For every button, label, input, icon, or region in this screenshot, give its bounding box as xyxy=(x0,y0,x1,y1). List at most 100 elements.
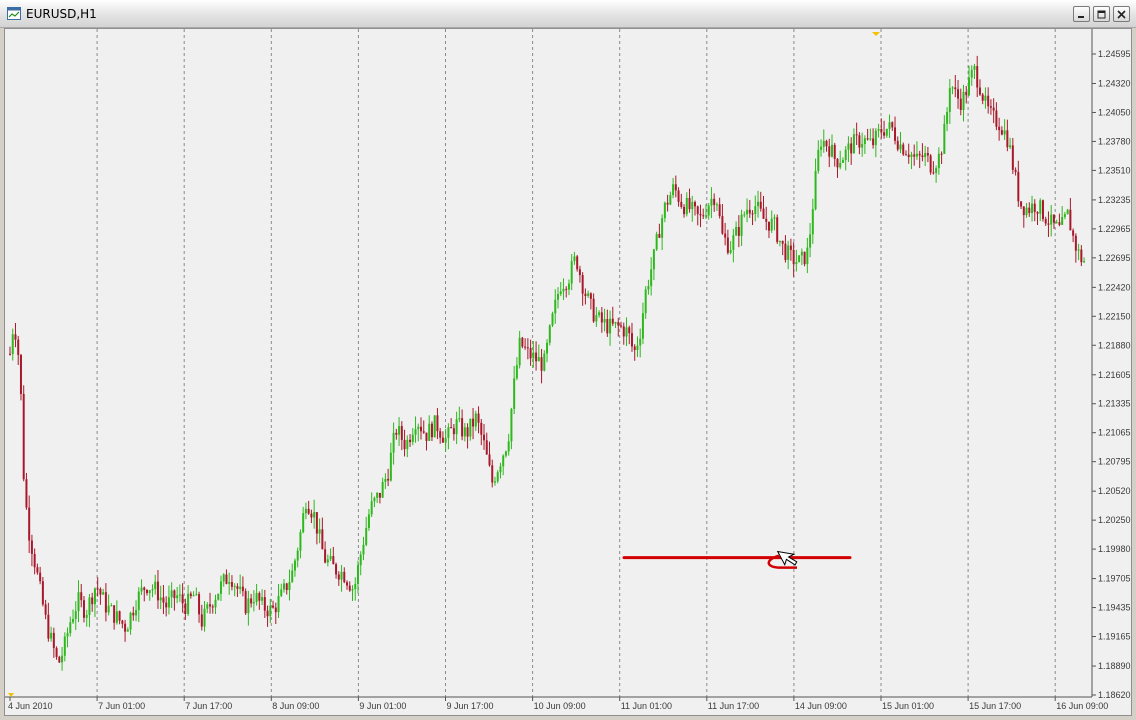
bear-candle xyxy=(477,406,480,434)
bull-candle xyxy=(365,516,368,547)
bull-candle xyxy=(973,63,976,79)
bear-candle xyxy=(713,193,716,212)
bull-candle xyxy=(778,240,781,247)
bull-candle xyxy=(140,579,143,595)
bull-candle xyxy=(1066,208,1069,215)
bear-candle xyxy=(789,238,792,261)
bull-candle xyxy=(63,632,66,662)
bear-candle xyxy=(173,589,176,611)
bull-candle xyxy=(740,209,743,247)
bear-candle xyxy=(14,322,17,348)
bull-candle xyxy=(795,249,798,272)
bear-candle xyxy=(904,150,907,156)
bull-candle xyxy=(392,422,395,465)
bear-candle xyxy=(143,586,146,602)
maximize-button[interactable] xyxy=(1093,6,1110,22)
bear-candle xyxy=(1072,228,1075,243)
price-chart[interactable]: 1.24595 1.24320 1.24050 1.23780 1.23510 1.232… xyxy=(5,29,1131,715)
bull-candle xyxy=(61,647,64,671)
bear-candle xyxy=(165,596,168,617)
bear-candle xyxy=(565,286,568,298)
bear-candle xyxy=(230,575,233,591)
minimize-button[interactable] xyxy=(1073,6,1090,22)
bear-candle xyxy=(285,582,288,595)
bull-candle xyxy=(129,611,132,635)
bull-candle xyxy=(1063,211,1066,220)
bear-candle xyxy=(409,434,412,447)
bull-candle xyxy=(1003,119,1006,140)
bull-candle xyxy=(455,411,458,445)
bull-candle xyxy=(293,558,296,577)
drawing-annotation xyxy=(622,550,852,569)
bull-candle xyxy=(222,573,225,587)
bull-candle xyxy=(510,407,513,450)
bull-candle xyxy=(159,585,162,610)
bull-candle xyxy=(888,114,891,139)
bull-candle xyxy=(863,135,866,154)
bull-candle xyxy=(557,287,559,309)
bull-candle xyxy=(447,423,450,450)
close-button[interactable] xyxy=(1113,6,1130,22)
price-tick-label: 1.22695 xyxy=(1098,253,1131,263)
minimize-icon xyxy=(1078,15,1084,18)
bear-candle xyxy=(332,546,335,565)
bear-candle xyxy=(1017,160,1020,207)
bear-candle xyxy=(630,322,633,352)
bull-candle xyxy=(661,214,664,251)
chart-area[interactable]: 1.24595 1.24320 1.24050 1.23780 1.23510 1.232… xyxy=(4,28,1132,716)
bull-candle xyxy=(151,584,154,598)
bull-candle xyxy=(428,415,431,441)
bull-candle xyxy=(652,248,655,281)
bull-candle xyxy=(598,310,601,318)
bull-candle xyxy=(757,190,760,218)
bear-candle xyxy=(55,646,58,660)
bear-candle xyxy=(737,215,740,248)
bull-candle xyxy=(935,165,938,183)
bull-candle xyxy=(1009,137,1012,149)
bear-candle xyxy=(310,509,313,524)
bear-candle xyxy=(274,602,277,625)
time-tick-label: 7 Jun 17:00 xyxy=(185,701,232,711)
bull-candle xyxy=(729,241,732,255)
close-icon xyxy=(1117,9,1126,19)
bull-candle xyxy=(474,410,477,431)
bear-candle xyxy=(578,265,581,283)
bear-candle xyxy=(959,88,962,116)
bear-candle xyxy=(535,341,538,371)
bull-candle xyxy=(543,350,546,372)
bull-candle xyxy=(650,257,653,296)
bear-candle xyxy=(1044,216,1047,226)
bear-candle xyxy=(776,214,779,244)
bull-candle xyxy=(110,603,113,607)
bull-candle xyxy=(304,502,307,520)
bull-candle xyxy=(239,574,242,594)
bull-candle xyxy=(806,237,809,274)
bull-candle xyxy=(283,579,285,593)
bull-candle xyxy=(195,587,198,596)
bull-candle xyxy=(214,594,217,614)
bull-candle xyxy=(691,195,694,222)
bull-candle xyxy=(811,198,814,244)
bear-candle xyxy=(981,92,984,105)
bull-candle xyxy=(839,150,842,170)
bull-candle xyxy=(841,157,844,163)
bull-candle xyxy=(417,423,420,442)
price-tick-label: 1.23510 xyxy=(1098,165,1131,175)
bull-candle xyxy=(820,139,823,157)
bull-candle xyxy=(1031,195,1034,222)
bull-candle xyxy=(504,450,507,458)
bear-candle xyxy=(600,307,603,333)
window-title-bar[interactable]: EURUSD,H1 xyxy=(0,0,1136,28)
bull-candle xyxy=(206,602,209,614)
bull-candle xyxy=(463,422,466,442)
bear-candle xyxy=(628,325,631,345)
bull-candle xyxy=(493,476,496,486)
bear-candle xyxy=(918,150,921,169)
bull-candle xyxy=(570,253,573,291)
bear-candle xyxy=(622,322,625,345)
bear-candle xyxy=(765,206,768,231)
time-tick-label: 9 Jun 01:00 xyxy=(359,701,406,711)
bear-candle xyxy=(759,191,762,212)
bear-candle xyxy=(1014,167,1017,176)
bear-candle xyxy=(696,205,699,226)
